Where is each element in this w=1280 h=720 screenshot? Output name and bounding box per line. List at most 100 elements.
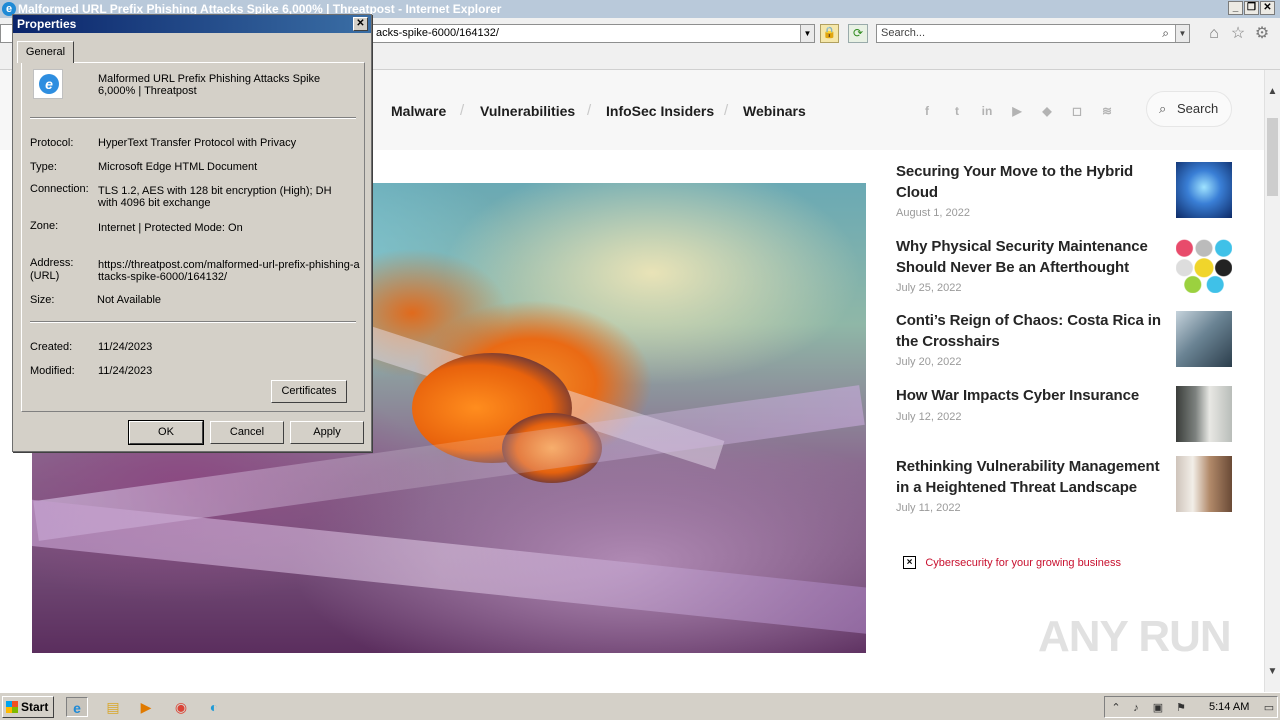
ie-document-icon: e [33, 69, 63, 99]
ad-link[interactable]: Cybersecurity for your growing business [925, 557, 1121, 569]
nav-webinars[interactable]: Webinars [743, 103, 806, 119]
size-value: Not Available [97, 294, 162, 306]
article-thumbnail[interactable] [1176, 162, 1232, 218]
zone-value: Internet | Protected Mode: On [98, 222, 243, 234]
instagram-icon[interactable]: ◻ [1069, 103, 1085, 119]
show-desktop-icon[interactable]: ▭ [1261, 700, 1277, 716]
dialog-close-icon[interactable]: ✕ [353, 17, 368, 31]
connection-value: TLS 1.2, AES with 128 bit encryption (Hi… [98, 185, 332, 209]
modified-label: Modified: [30, 365, 75, 377]
sidebar-article[interactable]: Securing Your Move to the Hybrid Cloud A… [896, 162, 1168, 219]
type-label: Type: [30, 161, 57, 173]
nav-vulnerabilities[interactable]: Vulnerabilities [480, 103, 575, 119]
article-date: July 12, 2022 [896, 410, 962, 423]
action-center-flag-icon[interactable]: ⚑ [1173, 700, 1189, 716]
article-thumbnail[interactable] [1176, 311, 1232, 367]
ad-banner[interactable]: × Cybersecurity for your growing busines… [903, 555, 1121, 570]
tray-expand-icon[interactable]: ⌃ [1108, 700, 1124, 716]
article-date: July 11, 2022 [896, 502, 961, 514]
scroll-up-icon[interactable]: ▲ [1265, 84, 1280, 100]
search-icon[interactable]: ⌕ [1162, 25, 1169, 42]
protocol-value: HyperText Transfer Protocol with Privacy [98, 137, 297, 149]
youtube-icon[interactable]: ▶ [1009, 103, 1025, 119]
created-value: 11/24/2023 [98, 341, 153, 353]
nav-separator: / [587, 102, 592, 119]
site-search-button[interactable]: ⌕ Search [1146, 91, 1232, 127]
address-dropdown-icon[interactable]: ▼ [800, 25, 814, 42]
dialog-title: Properties [17, 17, 77, 31]
close-icon[interactable]: ✕ [1260, 1, 1275, 15]
feedly-icon[interactable]: ◆ [1039, 103, 1055, 119]
cancel-button[interactable]: Cancel [210, 421, 284, 444]
scroll-thumb[interactable] [1267, 118, 1278, 196]
divider [30, 117, 356, 119]
network-icon[interactable]: ▣ [1150, 700, 1166, 716]
edge-icon[interactable]: ◐ [203, 697, 225, 717]
search-placeholder: Search... [881, 27, 926, 39]
article-date: July 20, 2022 [896, 356, 962, 368]
divider [30, 321, 356, 323]
sidebar-article[interactable]: Why Physical Security Maintenance Should… [896, 237, 1168, 294]
article-title[interactable]: Why Physical Security Maintenance Should… [896, 237, 1168, 278]
favorites-star-icon[interactable]: ☆ [1228, 24, 1248, 44]
windows-logo-icon [6, 701, 18, 713]
sidebar-article[interactable]: Conti’s Reign of Chaos: Costa Rica in th… [896, 311, 1168, 368]
page-scrollbar[interactable]: ▲ ▼ [1264, 70, 1280, 692]
anyrun-watermark: ANY RUN [1038, 612, 1232, 661]
nav-malware[interactable]: Malware [391, 103, 446, 119]
nav-separator: / [724, 102, 729, 119]
settings-gear-icon[interactable]: ⚙ [1252, 24, 1272, 44]
scroll-down-icon[interactable]: ▼ [1265, 664, 1280, 680]
facebook-icon[interactable]: f [919, 103, 935, 119]
sidebar-article[interactable]: Rethinking Vulnerability Management in a… [896, 457, 1168, 514]
search-dropdown-icon[interactable]: ▼ [1175, 25, 1189, 42]
article-thumbnail[interactable] [1176, 237, 1232, 293]
file-explorer-icon[interactable]: ▤ [102, 697, 124, 717]
refresh-icon[interactable]: ⟳ [848, 24, 868, 43]
dialog-title-bar: Properties ✕ [13, 15, 371, 33]
home-icon[interactable]: ⌂ [1204, 24, 1224, 44]
volume-icon[interactable]: ♪ [1128, 700, 1144, 716]
general-panel [21, 62, 365, 412]
article-title[interactable]: How War Impacts Cyber Insurance [896, 386, 1168, 407]
address-label: Address: [30, 257, 74, 269]
lock-icon[interactable]: 🔒 [820, 24, 839, 43]
ok-button[interactable]: OK [128, 420, 204, 445]
taskbar: Start e ▤ ▶ ◉ ◐ ⌃ ♪ ▣ ⚑ 5:14 AM ▭ [0, 692, 1280, 720]
article-thumbnail[interactable] [1176, 386, 1232, 442]
nav-infosec-insiders[interactable]: InfoSec Insiders [606, 103, 714, 119]
rss-icon[interactable]: ≋ [1099, 103, 1115, 119]
zone-label: Zone: [30, 220, 59, 232]
article-title[interactable]: Rethinking Vulnerability Management in a… [896, 457, 1168, 498]
media-player-icon[interactable]: ▶ [135, 697, 157, 717]
internet-explorer-icon[interactable]: e [66, 697, 88, 717]
broken-image-icon: × [903, 556, 916, 570]
apply-button[interactable]: Apply [290, 421, 364, 444]
certificates-button[interactable]: Certificates [271, 380, 347, 403]
article-date: August 1, 2022 [896, 207, 971, 219]
search-input[interactable]: Search... ⌕ ▼ [876, 24, 1190, 43]
page-name: Malformed URL Prefix Phishing Attacks Sp… [98, 73, 321, 97]
restore-icon[interactable]: ❐ [1244, 1, 1259, 15]
nav-separator: / [460, 102, 465, 119]
twitter-icon[interactable]: t [949, 103, 965, 119]
properties-dialog: Properties ✕ General e Malformed URL Pre… [12, 14, 372, 452]
start-button[interactable]: Start [2, 696, 54, 718]
start-label: Start [21, 700, 49, 714]
minimize-icon[interactable]: _ [1228, 1, 1243, 15]
address-text: acks-spike-6000/164132/ [376, 27, 499, 39]
clock[interactable]: 5:14 AM [1209, 697, 1249, 717]
linkedin-icon[interactable]: in [979, 103, 995, 119]
article-title[interactable]: Conti’s Reign of Chaos: Costa Rica in th… [896, 311, 1168, 352]
tab-general[interactable]: General [17, 41, 74, 63]
type-value: Microsoft Edge HTML Document [98, 161, 258, 173]
system-tray: ⌃ ♪ ▣ ⚑ 5:14 AM ▭ [1104, 696, 1278, 718]
address-value: https://threatpost.com/malformed-url-pre… [98, 259, 360, 283]
chrome-icon[interactable]: ◉ [170, 697, 192, 717]
created-label: Created: [30, 341, 73, 353]
sidebar-article[interactable]: How War Impacts Cyber Insurance July 12,… [896, 386, 1168, 423]
connection-label: Connection: [30, 183, 89, 195]
article-thumbnail[interactable] [1176, 456, 1232, 512]
article-title[interactable]: Securing Your Move to the Hybrid Cloud [896, 162, 1168, 203]
size-label: Size: [30, 294, 55, 306]
